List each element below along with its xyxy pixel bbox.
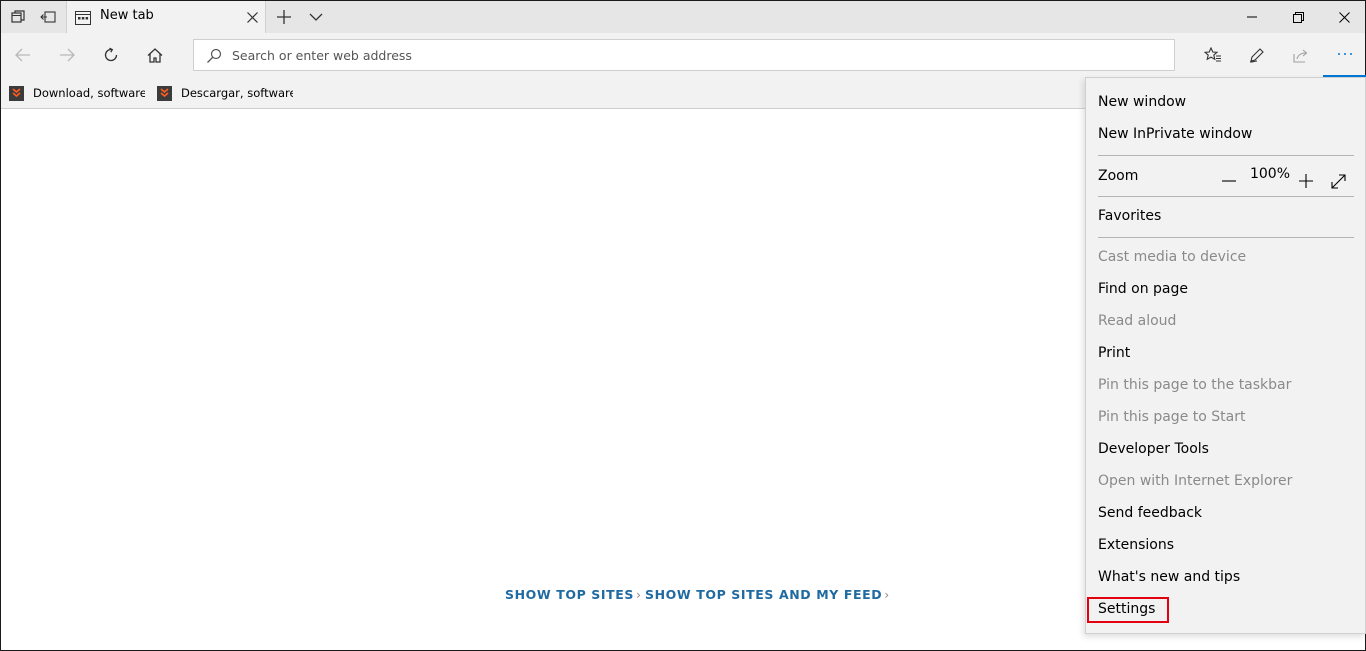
chevron-right-icon: › xyxy=(636,587,642,602)
refresh-icon[interactable] xyxy=(89,33,133,77)
menu-divider xyxy=(1098,155,1354,156)
new-tab-page-icon xyxy=(75,10,91,25)
zoom-label: Zoom xyxy=(1098,168,1139,184)
menu-divider xyxy=(1098,237,1354,238)
menu-item-open-ie: Open with Internet Explorer xyxy=(1098,473,1293,489)
show-top-sites-and-feed-label: SHOW TOP SITES AND MY FEED xyxy=(645,587,883,602)
new-tab-plus-icon[interactable] xyxy=(271,1,297,33)
title-bar: New tab xyxy=(1,1,1365,33)
menu-item-print[interactable]: Print xyxy=(1098,345,1130,361)
show-top-sites-and-feed-link[interactable]: SHOW TOP SITES AND MY FEED › xyxy=(645,587,890,602)
tab-preview-chevron-icon[interactable] xyxy=(303,1,329,33)
menu-item-read-aloud: Read aloud xyxy=(1098,313,1177,329)
show-top-sites-label: SHOW TOP SITES xyxy=(505,587,635,602)
more-options-menu: New window New InPrivate window Zoom 100… xyxy=(1085,77,1366,634)
menu-item-find-on-page[interactable]: Find on page xyxy=(1098,281,1188,297)
pen-notes-icon[interactable] xyxy=(1235,33,1279,77)
menu-item-favorites[interactable]: Favorites xyxy=(1098,208,1161,224)
search-icon xyxy=(206,48,222,64)
tab-title: New tab xyxy=(100,8,154,23)
zoom-value: 100% xyxy=(1249,166,1291,182)
menu-item-developer-tools[interactable]: Developer Tools xyxy=(1098,441,1209,457)
restore-icon[interactable] xyxy=(1275,1,1321,33)
address-input[interactable] xyxy=(232,40,1132,70)
menu-item-send-feedback[interactable]: Send feedback xyxy=(1098,505,1202,521)
set-tabs-aside-icon[interactable] xyxy=(35,1,61,33)
more-options-icon[interactable] xyxy=(1323,33,1366,77)
favorite-label: Descargar, software, d xyxy=(181,86,293,100)
menu-item-extensions[interactable]: Extensions xyxy=(1098,537,1174,553)
home-icon[interactable] xyxy=(133,33,177,77)
favorite-label: Download, software, d xyxy=(33,86,145,100)
forward-arrow-icon[interactable] xyxy=(45,33,89,77)
minimize-icon[interactable] xyxy=(1229,1,1275,33)
share-icon[interactable] xyxy=(1279,33,1323,77)
menu-item-new-inprivate-window[interactable]: New InPrivate window xyxy=(1098,126,1252,142)
menu-item-new-window[interactable]: New window xyxy=(1098,94,1186,110)
menu-item-settings[interactable]: Settings xyxy=(1098,601,1155,617)
navigation-bar xyxy=(1,33,1366,77)
tab-new-tab[interactable]: New tab xyxy=(66,1,266,33)
site-favicon-icon xyxy=(9,85,24,101)
menu-item-pin-taskbar: Pin this page to the taskbar xyxy=(1098,377,1292,393)
address-bar[interactable] xyxy=(193,39,1175,71)
site-favicon-icon xyxy=(157,85,172,101)
menu-divider xyxy=(1098,196,1354,197)
menu-item-whats-new[interactable]: What's new and tips xyxy=(1098,569,1240,585)
close-tab-icon[interactable] xyxy=(244,7,260,27)
menu-item-pin-start: Pin this page to Start xyxy=(1098,409,1246,425)
full-screen-icon[interactable] xyxy=(1327,170,1349,192)
close-window-icon[interactable] xyxy=(1321,1,1366,33)
show-top-sites-link[interactable]: SHOW TOP SITES › xyxy=(505,587,642,602)
menu-item-cast-media: Cast media to device xyxy=(1098,249,1247,265)
chevron-right-icon: › xyxy=(884,587,890,602)
favorites-star-icon[interactable] xyxy=(1191,33,1235,77)
zoom-in-icon[interactable] xyxy=(1295,170,1317,192)
tab-manager-icon[interactable] xyxy=(5,1,31,33)
back-arrow-icon[interactable] xyxy=(1,33,45,77)
favorite-item[interactable]: Download, software, d xyxy=(9,85,145,101)
favorite-item[interactable]: Descargar, software, d xyxy=(157,85,293,101)
zoom-out-icon[interactable] xyxy=(1218,170,1240,192)
